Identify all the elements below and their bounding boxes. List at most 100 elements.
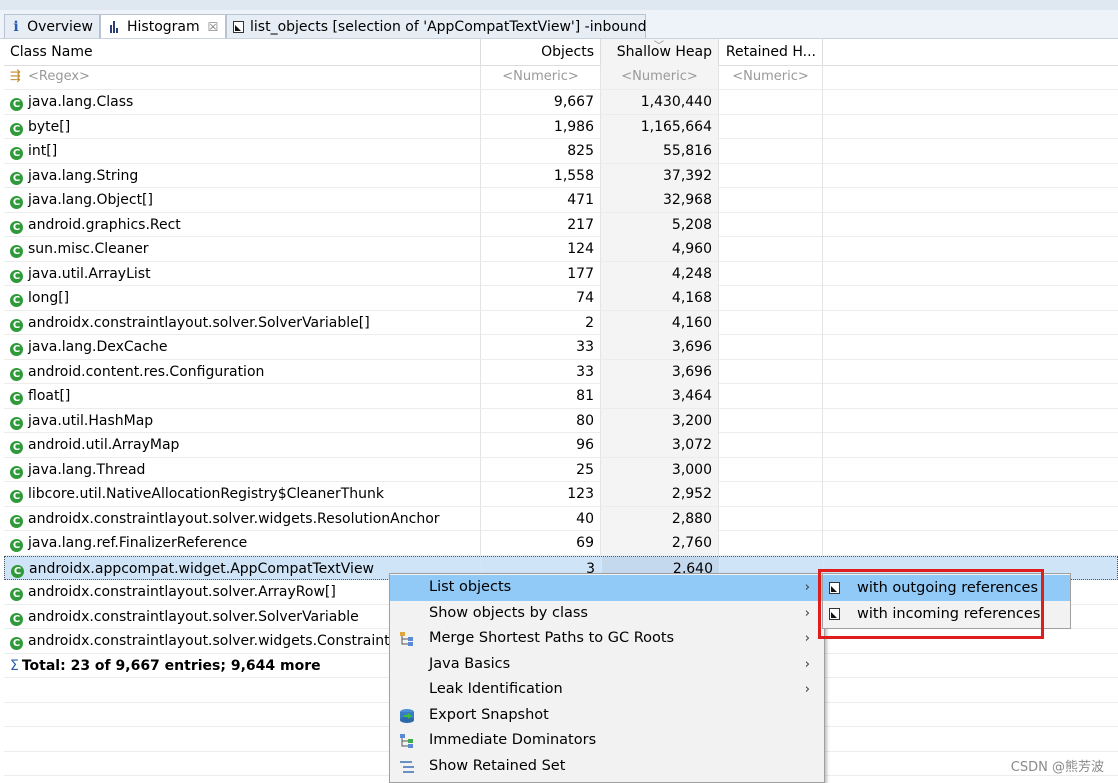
- menu-item-leak-identification[interactable]: Leak Identification ›: [390, 677, 824, 703]
- menu-item-with-outgoing-references[interactable]: with outgoing references: [823, 575, 1070, 601]
- table-row[interactable]: Candroidx.constraintlayout.solver.widget…: [4, 506, 1118, 531]
- class-name: int[]: [28, 143, 58, 159]
- shallow-heap-cell: 3,072: [601, 433, 719, 457]
- menu-item-with-incoming-references[interactable]: with incoming references: [823, 601, 1070, 627]
- column-header-retained-heap[interactable]: Retained H...: [719, 39, 823, 65]
- tab-histogram-label: Histogram: [127, 18, 200, 35]
- class-icon: C: [10, 294, 23, 307]
- filter-icon: ⇶: [10, 69, 21, 84]
- tab-histogram[interactable]: Histogram ☒: [100, 14, 226, 38]
- shallow-heap-cell: 5,208: [601, 212, 719, 237]
- tree-icon: [398, 630, 416, 648]
- objects-cell: 471: [481, 188, 601, 212]
- class-name: androidx.appcompat.widget.AppCompatTextV…: [29, 560, 375, 577]
- retained-heap-cell: [719, 310, 823, 335]
- tab-overview[interactable]: i Overview: [4, 14, 100, 38]
- retained-heap-cell: [719, 482, 823, 506]
- class-name: sun.misc.Cleaner: [28, 241, 149, 257]
- objects-cell: 69: [481, 531, 601, 555]
- retained-heap-cell: [719, 139, 823, 163]
- class-name-cell: Candroid.util.ArrayMap: [4, 433, 481, 457]
- outgoing-references-icon: [829, 582, 840, 594]
- class-icon: C: [10, 465, 23, 479]
- table-row[interactable]: Cjava.lang.DexCache 33 3,696: [4, 335, 1118, 360]
- objects-cell: 2: [481, 310, 601, 335]
- class-icon: C: [10, 343, 23, 356]
- watermark: CSDN @熊芳波: [1010, 760, 1104, 775]
- class-icon: C: [10, 416, 23, 430]
- class-icon: C: [10, 539, 23, 552]
- table-row[interactable]: Candroid.content.res.Configuration 33 3,69…: [4, 359, 1118, 384]
- table-row[interactable]: Cjava.lang.ref.FinalizerReference 69 2,760: [4, 531, 1118, 556]
- menu-item-show-retained-set[interactable]: Show Retained Set: [390, 754, 824, 780]
- class-icon: C: [10, 196, 23, 209]
- table-row[interactable]: Cjava.util.HashMap 80 3,200: [4, 408, 1118, 433]
- submenu-arrow-icon: ›: [804, 631, 810, 646]
- retained-heap-cell: [719, 457, 823, 482]
- close-tab-icon[interactable]: ☒: [208, 20, 219, 34]
- menu-item-label: Show objects by class: [429, 604, 588, 621]
- class-name: java.lang.Class: [28, 94, 134, 110]
- column-header-objects[interactable]: Objects: [481, 39, 601, 65]
- table-row[interactable]: Cjava.lang.Thread 25 3,000: [4, 457, 1118, 482]
- shallow-heap-cell: 3,696: [601, 335, 719, 359]
- menu-item-show-objects-by-class[interactable]: Show objects by class ›: [390, 601, 824, 627]
- export-snapshot-icon: [398, 707, 416, 725]
- table-row[interactable]: Cjava.lang.String 1,558 37,392: [4, 163, 1118, 188]
- class-icon: C: [10, 122, 23, 136]
- table-row[interactable]: Csun.misc.Cleaner 124 4,960: [4, 237, 1118, 262]
- menu-item-label: Java Basics: [429, 655, 511, 672]
- retained-heap-cell: [719, 359, 823, 384]
- shallow-heap-cell: 1,165,664: [601, 114, 719, 139]
- table-row[interactable]: Clibcore.util.NativeAllocationRegistry$C…: [4, 482, 1118, 507]
- column-header-class-name[interactable]: Class Name: [4, 39, 481, 65]
- filter-row: ⇶ <Regex> <Numeric> <Numeric> <Numeric>: [4, 65, 1118, 90]
- retained-heap-cell: [719, 433, 823, 457]
- objects-cell: 9,667: [481, 90, 601, 114]
- shallow-heap-filter-input[interactable]: <Numeric>: [601, 65, 719, 89]
- menu-item-java-basics[interactable]: Java Basics ›: [390, 652, 824, 678]
- menu-item-label: List objects: [429, 579, 512, 595]
- table-row[interactable]: Candroid.graphics.Rect 217 5,208: [4, 212, 1118, 237]
- class-name: java.lang.ref.FinalizerReference: [28, 535, 248, 551]
- table-row[interactable]: Cjava.lang.Class 9,667 1,430,440: [4, 90, 1118, 115]
- menu-item-label: with outgoing references: [857, 580, 1039, 596]
- retained-set-icon: [398, 758, 416, 776]
- table-row[interactable]: Candroidx.constraintlayout.solver.Solver…: [4, 310, 1118, 335]
- objects-filter-input[interactable]: <Numeric>: [481, 65, 601, 89]
- class-name-cell: Cjava.lang.ref.FinalizerReference: [4, 531, 481, 555]
- retained-heap-cell: [719, 531, 823, 555]
- retained-heap-filter-input[interactable]: <Numeric>: [719, 65, 823, 89]
- class-name-cell: Cjava.util.ArrayList: [4, 261, 481, 286]
- class-name-cell: Csun.misc.Cleaner: [4, 237, 481, 261]
- table-row[interactable]: Candroid.util.ArrayMap 96 3,072: [4, 433, 1118, 458]
- table-row[interactable]: Cbyte[] 1,986 1,165,664: [4, 114, 1118, 139]
- menu-item-label: Export Snapshot: [429, 706, 549, 723]
- class-icon: C: [10, 318, 23, 332]
- regex-filter-cell[interactable]: ⇶ <Regex>: [4, 65, 481, 89]
- tab-bar-strip: [0, 0, 1118, 10]
- sum-icon: Σ: [10, 657, 19, 674]
- tab-list-objects[interactable]: list_objects [selection of 'AppCompatTex…: [226, 14, 647, 38]
- submenu-arrow-icon: ›: [804, 682, 810, 697]
- table-row[interactable]: Cjava.lang.Object[] 471 32,968: [4, 188, 1118, 213]
- class-name: java.lang.Object[]: [28, 192, 153, 208]
- tab-overview-label: Overview: [27, 18, 93, 35]
- menu-item-merge-shortest-paths[interactable]: Merge Shortest Paths to GC Roots ›: [390, 626, 824, 652]
- class-icon: C: [10, 367, 23, 381]
- table-row[interactable]: Cfloat[] 81 3,464: [4, 384, 1118, 409]
- table-row[interactable]: Cint[] 825 55,816: [4, 139, 1118, 164]
- tab-list-objects-label: list_objects [selection of 'AppCompatTex…: [250, 18, 647, 35]
- retained-heap-cell: [719, 408, 823, 433]
- class-icon: C: [10, 220, 23, 234]
- menu-item-immediate-dominators[interactable]: Immediate Dominators: [390, 728, 824, 754]
- class-name: java.lang.Thread: [28, 461, 146, 478]
- list-objects-submenu: with outgoing references with incoming r…: [822, 573, 1071, 629]
- class-name-cell: Candroidx.constraintlayout.solver.widget…: [4, 506, 481, 531]
- table-row[interactable]: Clong[] 74 4,168: [4, 286, 1118, 311]
- regex-filter-input[interactable]: <Regex>: [28, 69, 90, 84]
- table-row[interactable]: Cjava.util.ArrayList 177 4,248: [4, 261, 1118, 286]
- menu-item-list-objects[interactable]: List objects ›: [390, 575, 824, 601]
- class-icon: C: [11, 564, 24, 578]
- menu-item-export-snapshot[interactable]: Export Snapshot: [390, 703, 824, 729]
